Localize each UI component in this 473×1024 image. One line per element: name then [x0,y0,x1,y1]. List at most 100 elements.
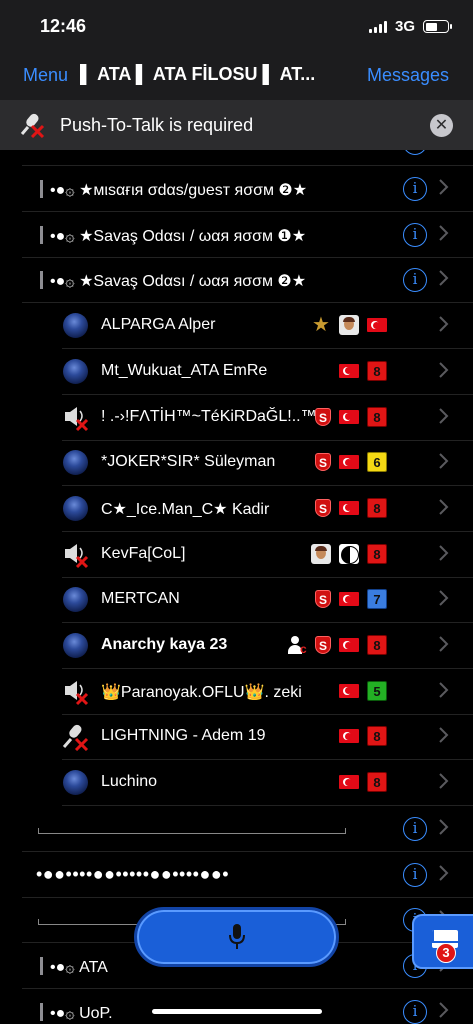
chevron-right-icon[interactable] [438,315,449,333]
status-indicators: 3G [368,18,452,35]
avatar-face-icon [311,543,331,564]
info-icon[interactable]: i [403,816,427,841]
messages-button[interactable]: Messages [367,65,449,86]
signal-icon [368,20,387,33]
nav-bar: Menu ▌ ATA ▌ ATA FİLOSU ▌ AT... Messages [0,50,473,100]
chevron-right-icon[interactable] [438,726,449,744]
user-row[interactable]: Luchino 8 [0,760,473,807]
menu-button[interactable]: Menu [23,65,68,86]
user-badges: S7 [315,589,387,610]
user-row[interactable]: ! .-›!FΛTİH™~TéKiRDaĞL!..™ » S 8 [0,395,473,441]
user-badges: 8 [311,543,387,564]
push-to-talk-icon [62,725,89,752]
rank-number-badge: 8 [367,406,387,427]
chevron-right-icon[interactable] [438,361,449,379]
info-icon[interactable]: i [403,862,427,887]
channel-name: •●۞ ★Savaş Odαsı / ωαя яσσм ❶★ [50,227,307,245]
chevron-right-icon[interactable] [438,269,449,287]
chevron-right-icon[interactable] [438,407,449,425]
user-row[interactable]: Anarchy kaya 23 c S 8 [0,623,473,669]
yin-yang-icon [339,543,359,564]
chevron-right-icon[interactable] [438,772,449,790]
user-name: Anarchy kaya 23 [101,636,228,653]
chevron-right-icon[interactable] [438,681,449,699]
shield-s-icon: S [315,407,331,426]
talk-button[interactable] [134,907,339,967]
user-row[interactable]: MERTCAN S 7 [0,577,473,624]
messages-float-button[interactable]: 3 [412,914,473,969]
user-status-icon [63,313,88,339]
star-badge-icon: ★ [312,314,330,337]
status-time: 12:46 [40,16,87,36]
channel-row[interactable]: •●۞ ★Savaş Odαsı / ωαя яσσм ❷★ i [0,257,473,304]
user-row[interactable]: KevFa[CoL] 8 [0,532,473,578]
push-to-talk-banner: Push-To-Talk is required ✕ [0,100,473,150]
user-row[interactable]: Mt_Wukuat_ATA EmRe 8 [0,349,473,395]
channel-bar-icon [40,956,43,975]
turkey-flag-icon [339,455,359,470]
shield-s-icon: S [315,498,331,517]
channel-row[interactable]: •●●••••●●•••••●●••••●●• i [0,852,473,898]
chevron-right-icon[interactable] [438,818,449,836]
channel-bar-icon [40,1002,43,1021]
user-row[interactable]: ALPARGA Alper ★ [0,303,473,350]
chevron-right-icon[interactable] [438,589,449,607]
turkey-flag-icon [339,775,359,790]
info-icon[interactable]: i [403,222,427,247]
turkey-flag-icon [339,363,359,378]
user-status-icon [63,450,88,476]
channel-row[interactable]: •●۞ UoP. i [0,989,473,1024]
user-c-icon: c [287,635,307,656]
muted-speaker-icon [65,406,89,431]
channel-row[interactable]: •●۞ ★Savaş Odαsı / ωαя яσσм ❶★ i [0,212,473,258]
home-indicator[interactable] [152,1009,322,1014]
info-icon[interactable]: i [403,177,427,201]
chevron-right-icon[interactable] [438,544,449,562]
rank-number-badge: 8 [367,635,387,655]
turkey-flag-icon [339,638,359,652]
push-to-talk-icon [20,113,45,138]
rank-number-badge: 5 [367,680,387,701]
network-type: 3G [394,18,415,35]
info-icon[interactable]: i [403,268,427,293]
user-name: Mt_Wukuat_ATA EmRe [101,361,268,379]
channel-row[interactable]: i [0,806,473,852]
channel-row[interactable]: •●۞ ★мιѕαғιя σdαs/gυeѕт яσσм ❷★ i [0,166,473,212]
user-status-icon [63,770,88,796]
info-icon[interactable]: i [403,150,427,155]
shield-s-icon: S [315,636,331,654]
rank-number-badge: 6 [367,452,387,473]
chevron-right-icon[interactable] [438,178,449,196]
user-name: 👑Paranoyak.OFLU👑. zeki [101,683,302,701]
user-name: *JOKER*SIR* Süleyman [101,453,276,471]
rank-number-badge: 8 [367,497,387,518]
user-name: LIGHTNING - Adem 19 [101,727,266,745]
shield-s-icon: S [315,590,331,609]
user-badges: cS 8 [287,635,387,656]
banner-text: Push-To-Talk is required [60,115,254,135]
user-status-icon [63,495,88,521]
server-title: ▌ ATA ▌ ATA FİLOSU ▌ AT... [80,64,316,84]
status-bar: 12:46 3G [0,0,473,50]
user-row[interactable]: 👑Paranoyak.OFLU👑. zeki 5 [0,669,473,715]
user-row[interactable]: C★_Ice.Man_C★ Kadir S 8 [0,486,473,532]
channel-bar-icon [40,271,43,290]
user-name: C★_Ice.Man_C★ Kadir [101,500,270,518]
user-badges: 8 [339,772,387,793]
chevron-right-icon[interactable] [438,864,449,882]
rank-number-badge: 8 [367,543,387,564]
close-icon[interactable]: ✕ [430,114,453,137]
info-icon[interactable]: i [403,999,427,1024]
channel-bar-icon [40,225,43,244]
chevron-right-icon[interactable] [438,635,449,653]
user-row[interactable]: LIGHTNING - Adem 19 8 [0,714,473,761]
chevron-right-icon[interactable] [438,224,449,242]
channel-row[interactable]: i [0,150,473,166]
chevron-right-icon[interactable] [438,452,449,470]
user-row[interactable]: *JOKER*SIR* Süleyman S 6 [0,440,473,487]
chevron-right-icon[interactable] [438,1001,449,1019]
user-badges: 8 [339,726,387,747]
chevron-right-icon[interactable] [438,498,449,516]
channel-tree: i•●۞ ★мιѕαғιя σdαs/gυeѕт яσσм ❷★i•●۞ ★Sa… [0,150,473,1024]
user-badges: S8 [315,406,387,427]
